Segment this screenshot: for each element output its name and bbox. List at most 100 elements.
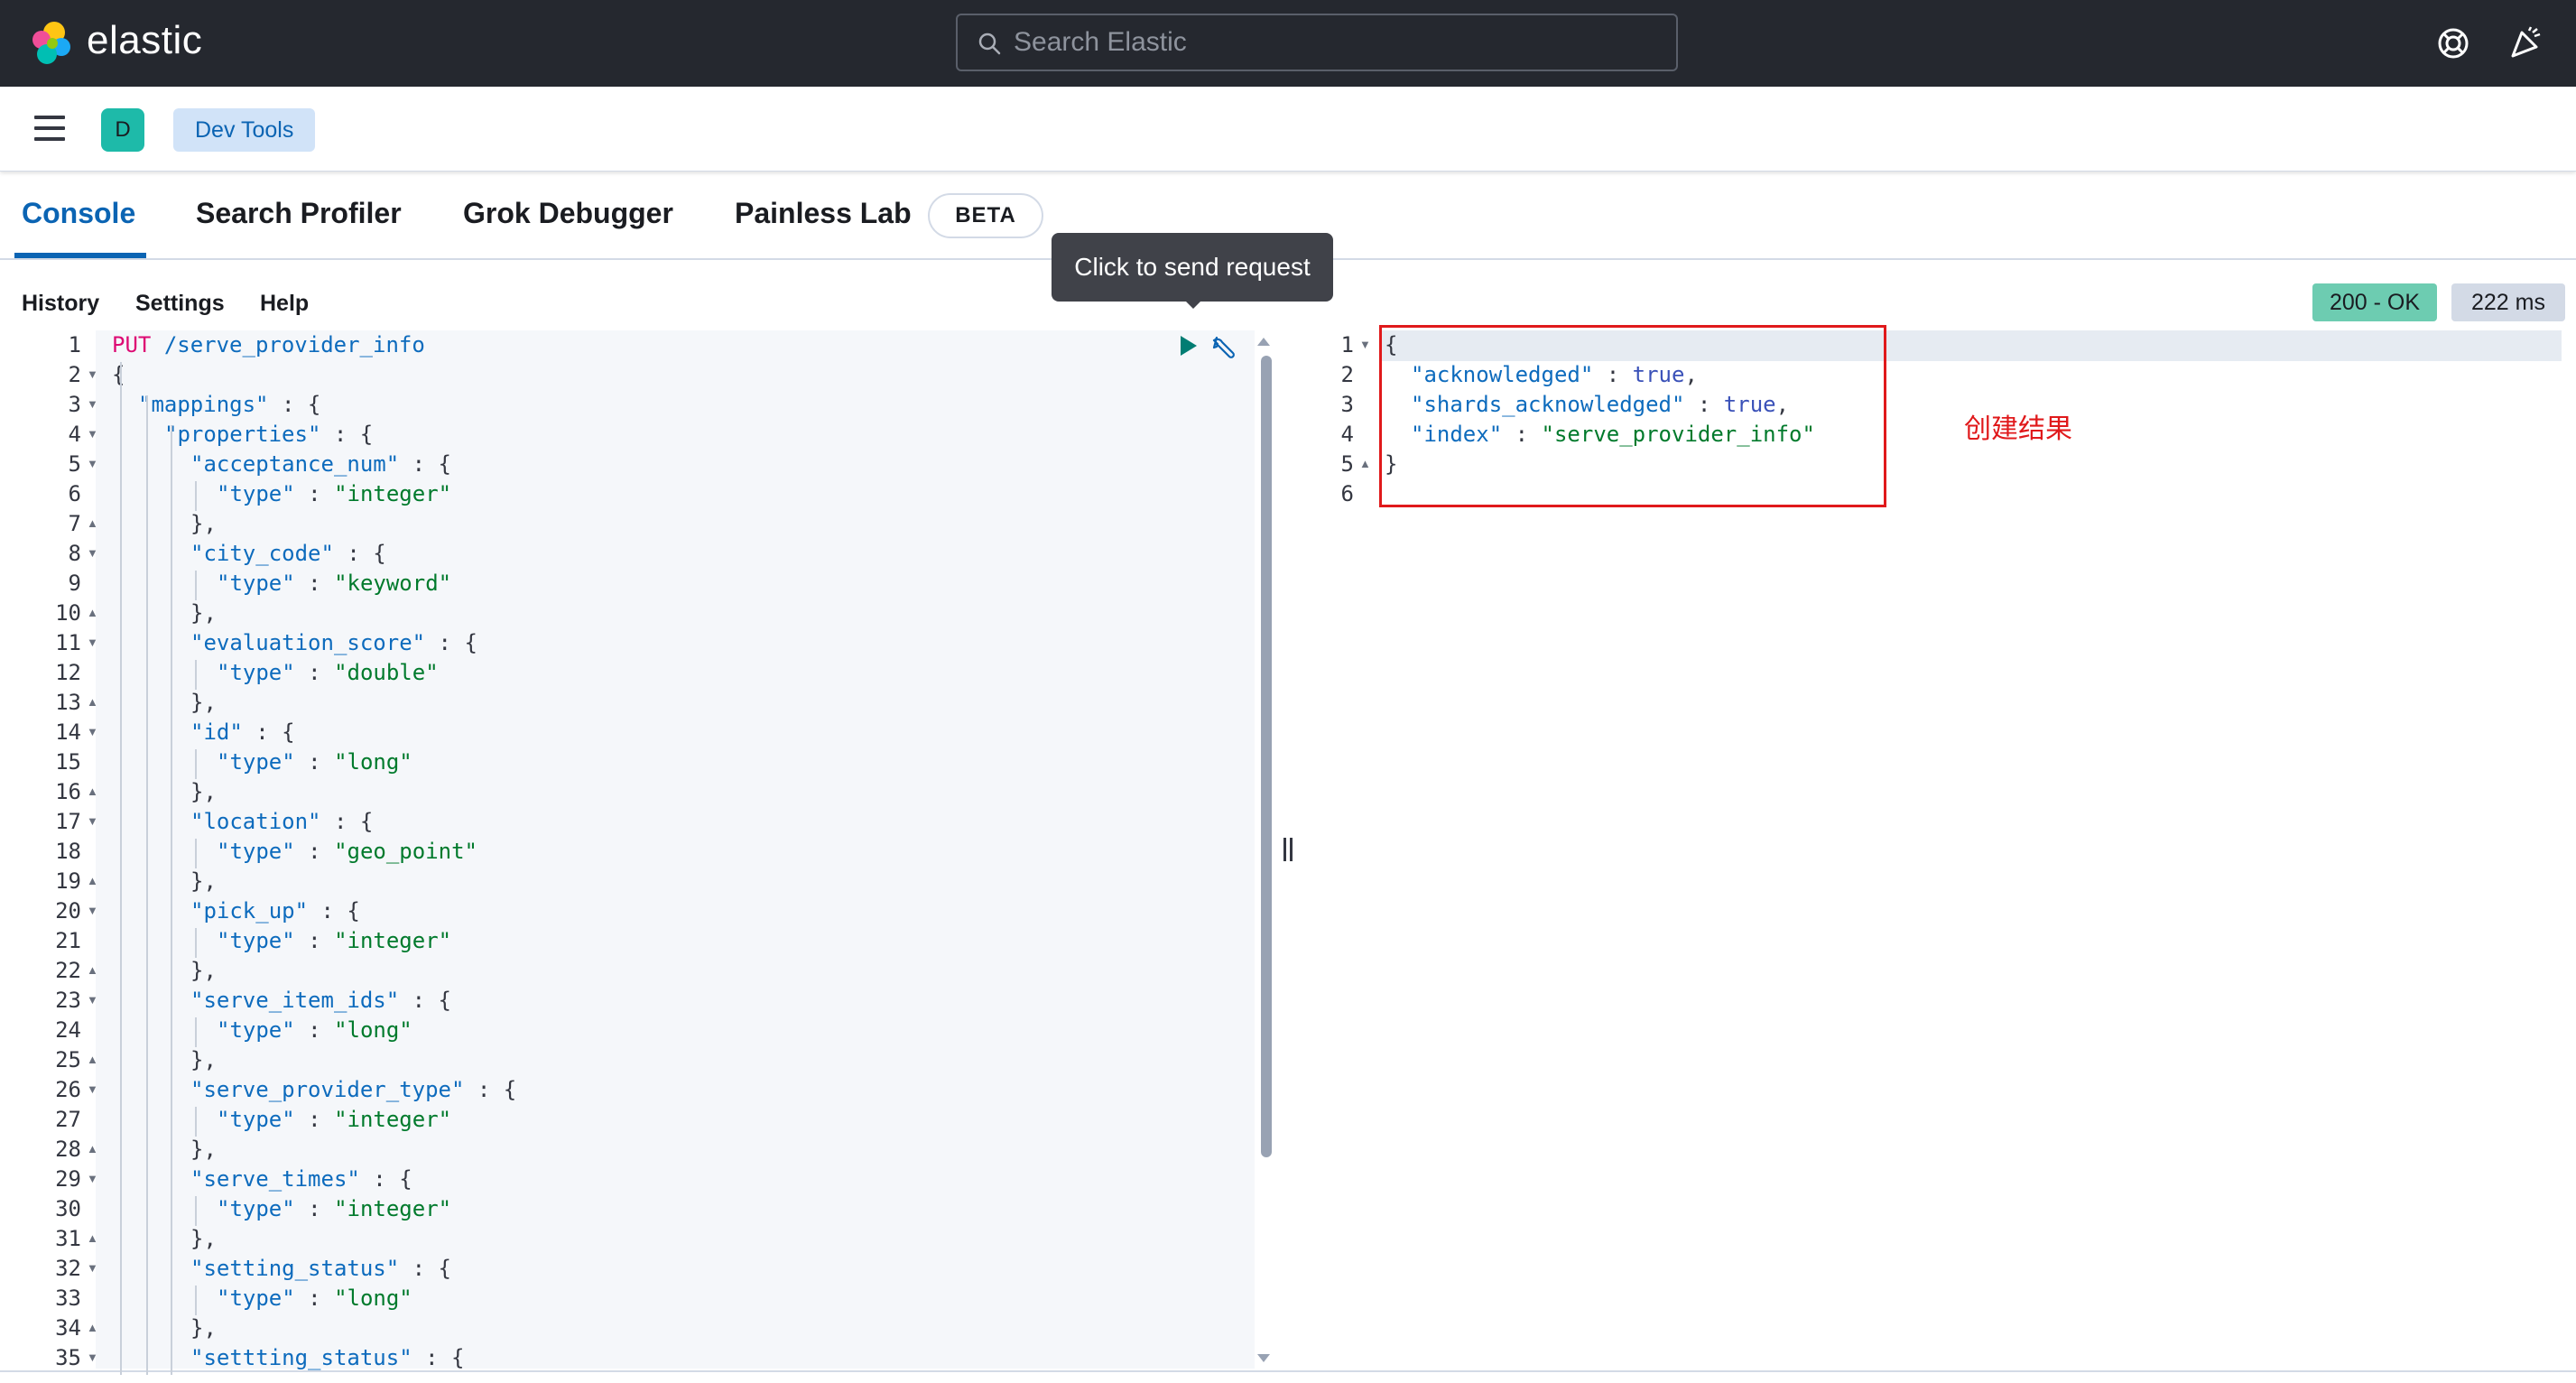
fold-open-icon[interactable]: ▼ — [87, 1082, 98, 1096]
code-line: }, — [190, 1137, 217, 1162]
bottom-border — [0, 1370, 2576, 1383]
indent-guide — [195, 1017, 197, 1047]
menu-toggle-icon[interactable] — [34, 116, 65, 141]
code-line: "setting_status" : { — [190, 1256, 451, 1281]
panel-resizer-handle[interactable] — [1282, 838, 1296, 865]
response-line: "index" : "serve_provider_info" — [1411, 422, 1815, 447]
code-line: "type" : "integer" — [217, 481, 452, 506]
fold-open-icon[interactable]: ▼ — [87, 1172, 98, 1185]
annotation-label: 创建结果 — [1964, 413, 2072, 445]
fold-close-icon[interactable]: ▲ — [87, 1231, 98, 1245]
code-line: PUT /serve_provider_info — [112, 332, 425, 357]
fold-close-icon[interactable]: ▲ — [87, 1142, 98, 1156]
line-number: 13 — [55, 690, 81, 715]
response-line: } — [1385, 451, 1398, 477]
fold-open-icon[interactable]: ▼ — [87, 1351, 98, 1364]
line-number: 20 — [55, 898, 81, 924]
newsfeed-icon[interactable] — [2507, 25, 2544, 61]
line-number: 5 — [68, 451, 81, 477]
fold-close-icon[interactable]: ▲ — [87, 784, 98, 798]
code-line: "acceptance_num" : { — [190, 451, 451, 477]
fold-close-icon[interactable]: ▲ — [87, 516, 98, 530]
line-number: 32 — [55, 1256, 81, 1281]
indent-guide — [195, 481, 197, 511]
search-bar[interactable] — [956, 14, 1678, 71]
line-number: 34 — [55, 1315, 81, 1341]
fold-open-icon[interactable]: ▼ — [87, 367, 98, 381]
line-number: 35 — [55, 1345, 81, 1370]
tab-painless-lab[interactable]: Painless Lab — [735, 197, 912, 230]
breadcrumb-bar: D Dev Tools — [0, 87, 2576, 172]
line-number: 17 — [55, 809, 81, 834]
indent-guide — [195, 571, 197, 600]
fold-open-icon[interactable]: ▼ — [87, 636, 98, 649]
tab-console[interactable]: Console — [22, 197, 135, 230]
history-link[interactable]: History — [22, 291, 99, 317]
fold-close-icon[interactable]: ▲ — [1359, 457, 1371, 470]
code-line: "city_code" : { — [190, 541, 386, 566]
fold-open-icon[interactable]: ▼ — [87, 814, 98, 828]
response-line: "acknowledged" : true, — [1411, 362, 1698, 387]
code-line: "serve_item_ids" : { — [190, 988, 451, 1013]
code-line: "properties" : { — [164, 422, 374, 447]
elastic-logo-icon[interactable] — [27, 20, 74, 67]
fold-open-icon[interactable]: ▼ — [87, 427, 98, 441]
indent-guide — [120, 362, 122, 1375]
fold-open-icon[interactable]: ▼ — [87, 993, 98, 1007]
line-number: 24 — [55, 1017, 81, 1043]
line-number: 27 — [55, 1107, 81, 1132]
logo-text[interactable]: elastic — [87, 18, 202, 63]
code-line: }, — [190, 958, 217, 983]
indent-guide — [195, 660, 197, 690]
fold-close-icon[interactable]: ▲ — [87, 606, 98, 619]
code-line: }, — [190, 1047, 217, 1072]
fold-close-icon[interactable]: ▲ — [87, 1053, 98, 1066]
request-actions-button[interactable] — [1209, 334, 1237, 366]
line-number: 26 — [55, 1077, 81, 1102]
search-input[interactable] — [1014, 24, 1645, 60]
fold-close-icon[interactable]: ▲ — [87, 963, 98, 977]
fold-open-icon[interactable]: ▼ — [87, 457, 98, 470]
breadcrumb[interactable]: Dev Tools — [173, 108, 316, 152]
scroll-down-icon[interactable] — [1257, 1354, 1270, 1362]
help-icon[interactable] — [2435, 25, 2471, 61]
code-line: }, — [190, 868, 217, 894]
tab-search-profiler[interactable]: Search Profiler — [196, 197, 402, 230]
line-number: 29 — [55, 1166, 81, 1192]
fold-open-icon[interactable]: ▼ — [87, 1261, 98, 1275]
fold-open-icon[interactable]: ▼ — [87, 546, 98, 560]
line-number: 22 — [55, 958, 81, 983]
request-editor[interactable] — [14, 330, 1265, 1369]
active-tab-indicator — [14, 253, 146, 258]
fold-close-icon[interactable]: ▲ — [87, 1321, 98, 1334]
line-number: 12 — [55, 660, 81, 685]
code-line: "type" : "double" — [217, 660, 439, 685]
code-line: "mappings" : { — [138, 392, 321, 417]
fold-close-icon[interactable]: ▲ — [87, 695, 98, 709]
space-avatar[interactable]: D — [101, 108, 144, 152]
code-line: }, — [190, 1226, 217, 1251]
code-line: "serve_provider_type" : { — [190, 1077, 517, 1102]
code-line: { — [112, 362, 125, 387]
help-link[interactable]: Help — [260, 291, 309, 317]
request-scrollbar-thumb[interactable] — [1261, 356, 1272, 1157]
fold-open-icon[interactable]: ▼ — [87, 904, 98, 917]
line-number: 15 — [55, 749, 81, 775]
line-number: 2 — [68, 362, 81, 387]
send-request-button[interactable] — [1177, 334, 1199, 362]
indent-guide — [195, 1286, 197, 1315]
code-line: "settting_status" : { — [190, 1345, 465, 1370]
fold-open-icon[interactable]: ▼ — [87, 397, 98, 411]
scroll-up-icon[interactable] — [1257, 338, 1270, 346]
line-number: 3 — [68, 392, 81, 417]
code-line: }, — [190, 511, 217, 536]
code-line: }, — [190, 779, 217, 804]
fold-close-icon[interactable]: ▲ — [87, 874, 98, 887]
code-line: }, — [190, 1315, 217, 1341]
code-line: "type" : "long" — [217, 1017, 412, 1043]
settings-link[interactable]: Settings — [135, 291, 225, 317]
line-number: 19 — [55, 868, 81, 894]
fold-open-icon[interactable]: ▼ — [87, 725, 98, 738]
tab-grok-debugger[interactable]: Grok Debugger — [463, 197, 673, 230]
fold-open-icon[interactable]: ▼ — [1359, 338, 1371, 351]
